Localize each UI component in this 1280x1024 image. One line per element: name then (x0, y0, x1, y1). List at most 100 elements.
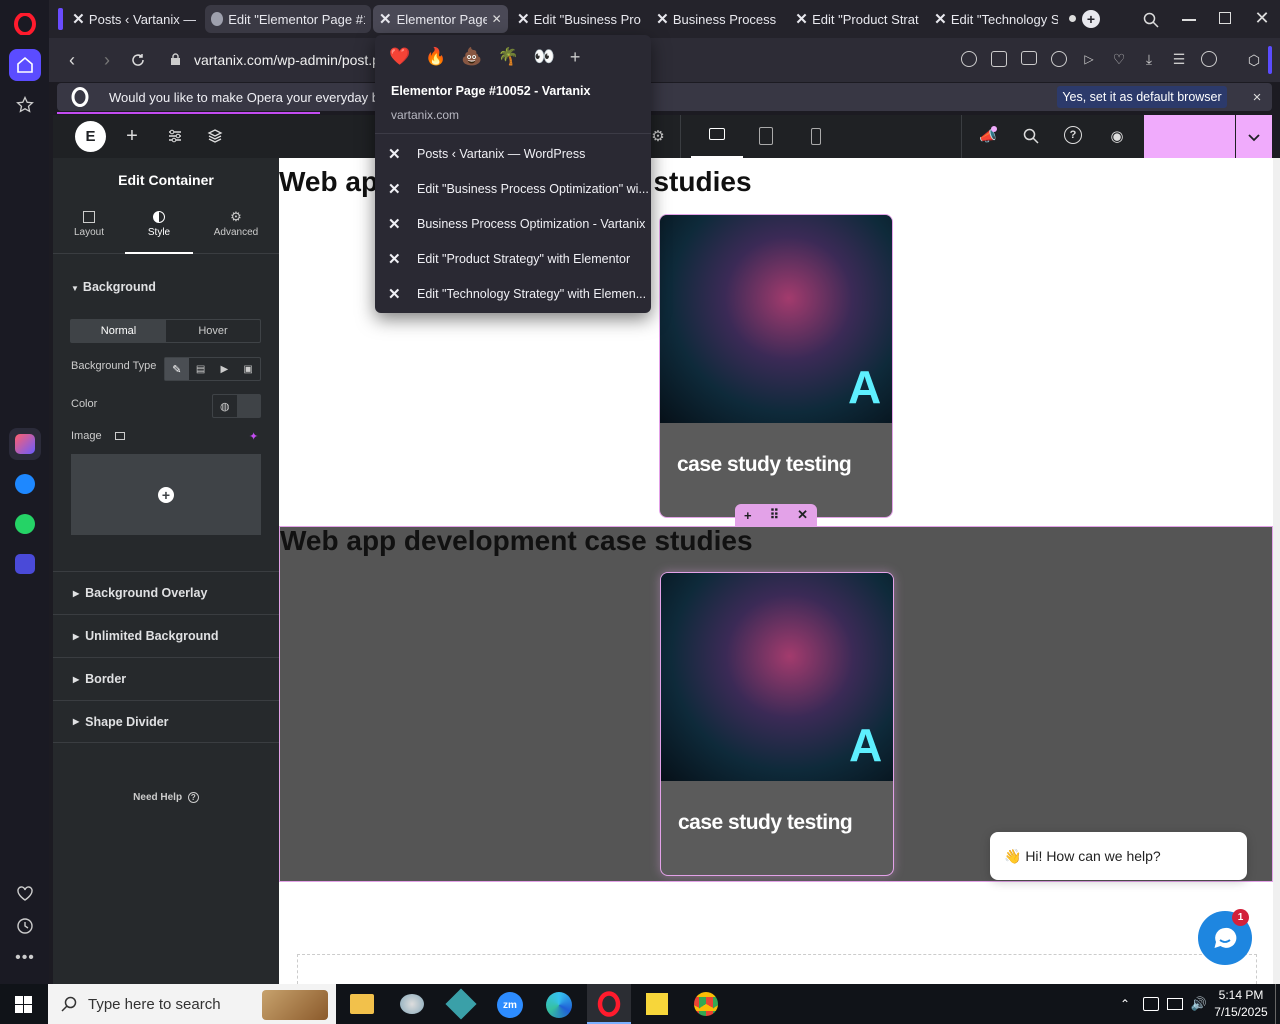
volume-icon[interactable]: 🔊 (1190, 995, 1208, 1013)
network-icon[interactable] (1167, 998, 1183, 1010)
poop-emoji-icon[interactable]: 💩 (461, 47, 482, 67)
add-image-icon[interactable]: + (158, 487, 174, 503)
new-tab-plus-icon[interactable]: + (1082, 10, 1100, 28)
delete-container-icon[interactable]: ✕ (797, 507, 808, 523)
reload-icon[interactable] (129, 51, 147, 69)
publish-options-button[interactable] (1236, 115, 1272, 158)
empty-drop-zone[interactable] (297, 954, 1257, 984)
app-icon[interactable] (400, 994, 424, 1014)
extensions-cube-icon[interactable]: ⬡ (1245, 51, 1263, 69)
window-close-icon[interactable]: ✕ (1252, 8, 1272, 28)
tab-edit-elementor-page[interactable]: Edit "Elementor Page #100 (205, 5, 371, 33)
zoom-icon[interactable]: zm (497, 992, 523, 1018)
tab-posts[interactable]: ✕ Posts ‹ Vartanix — W (67, 5, 202, 33)
finder-search-icon[interactable] (1021, 126, 1041, 146)
messenger-icon[interactable] (9, 468, 41, 500)
mobile-icon[interactable] (811, 128, 821, 145)
adblock-icon[interactable] (1051, 51, 1067, 67)
tab-edit-business-process[interactable]: ✕ Edit "Business Proces (512, 5, 647, 33)
global-colors-icon[interactable]: ◍ (213, 395, 237, 417)
tray-app-icon[interactable] (1143, 997, 1159, 1011)
section-shape-divider[interactable]: ▶ Shape Divider (53, 700, 279, 743)
structure-layers-icon[interactable] (205, 126, 225, 146)
opera-logo-icon[interactable] (9, 8, 41, 40)
tab-advanced[interactable]: ⚙ Advanced (208, 201, 264, 254)
taskbar-search-box[interactable]: Type here to search (48, 984, 336, 1024)
publish-button[interactable] (1144, 115, 1235, 158)
edge-icon[interactable] (546, 992, 572, 1018)
palm-tree-emoji-icon[interactable]: 🌴 (498, 47, 519, 67)
heart-icon[interactable] (9, 878, 41, 910)
background-section-toggle[interactable]: ▼ Background (71, 280, 271, 294)
slideshow-icon[interactable]: ▣ (236, 358, 260, 380)
menu-item-edit-business[interactable]: ✕ Edit "Business Process Optimization" wi… (375, 171, 651, 206)
hover-state-button[interactable]: Hover (166, 320, 260, 342)
tablet-icon[interactable] (759, 127, 773, 145)
tab-style[interactable]: Style (125, 201, 193, 254)
url-field[interactable]: vartanix.com/wp-admin/post.ph (194, 52, 379, 68)
chat-greeting-bubble[interactable]: 👋 Hi! How can we help? (990, 832, 1247, 880)
set-default-browser-button[interactable]: Yes, set it as default browser (1057, 86, 1227, 108)
clock-time[interactable]: 5:14 PM (1212, 988, 1270, 1002)
video-icon[interactable]: ▶ (213, 358, 237, 380)
image-picker[interactable]: + (71, 454, 261, 535)
music-player-icon[interactable] (9, 548, 41, 580)
fire-emoji-icon[interactable]: 🔥 (425, 47, 446, 67)
ai-sparkle-icon[interactable]: ✦ (249, 430, 258, 443)
canvas-scrollbar[interactable] (1273, 158, 1280, 984)
section-heading[interactable]: Web app development case studies (280, 525, 1274, 557)
preview-eye-icon[interactable]: ◉ (1106, 126, 1128, 146)
normal-state-button[interactable]: Normal (71, 320, 166, 342)
heart-emoji-icon[interactable]: ❤️ (389, 47, 410, 67)
sticky-notes-icon[interactable] (646, 993, 668, 1015)
tray-chevron-up-icon[interactable]: ⌃ (1117, 996, 1133, 1012)
aria-icon[interactable] (9, 428, 41, 460)
classic-brush-icon[interactable]: ✎ (165, 358, 189, 380)
section-unlimited-background[interactable]: ▶ Unlimited Background (53, 614, 279, 657)
menu-item-business[interactable]: ✕ Business Process Optimization - Vartani… (375, 206, 651, 241)
menu-item-technology-strategy[interactable]: ✕ Edit "Technology Strategy" with Elemen.… (375, 276, 651, 311)
app-diamond-icon[interactable] (445, 988, 477, 1020)
tab-edit-technology-strategy[interactable]: ✕ Edit "Technology Stra (929, 5, 1064, 33)
heart-outline-icon[interactable]: ♡ (1111, 51, 1127, 67)
case-study-card[interactable]: A case study testing (659, 214, 893, 518)
color-swatch[interactable] (236, 395, 260, 417)
tab-business-process[interactable]: ✕ Business Process Op (651, 5, 786, 33)
clock-date[interactable]: 7/15/2025 (1212, 1005, 1270, 1019)
page-settings-gear-icon[interactable]: ⚙ (648, 126, 668, 146)
star-icon[interactable] (9, 89, 41, 121)
easy-setup-icon[interactable]: ☰ (1171, 51, 1187, 67)
whatsapp-icon[interactable] (9, 508, 41, 540)
chrome-icon[interactable] (694, 992, 718, 1016)
tab-layout[interactable]: Layout (63, 201, 115, 254)
camera-icon[interactable] (1021, 51, 1037, 65)
play-icon[interactable]: ▷ (1081, 51, 1097, 67)
desktop-view-tab[interactable] (691, 115, 743, 158)
site-settings-icon[interactable] (165, 126, 185, 146)
more-icon[interactable]: ••• (9, 942, 41, 974)
drag-handle-icon[interactable]: ⠿ (770, 507, 780, 523)
infobar-close-icon[interactable]: × (1247, 87, 1267, 107)
add-element-icon[interactable]: + (122, 125, 142, 147)
back-icon[interactable]: ‹ (63, 50, 81, 70)
profile-icon[interactable] (1201, 51, 1217, 67)
menu-item-posts[interactable]: ✕ Posts ‹ Vartanix — WordPress (375, 136, 651, 171)
responsive-desktop-icon[interactable] (115, 432, 125, 440)
tab-search-icon[interactable] (1141, 10, 1161, 30)
eyes-emoji-icon[interactable]: 👀 (534, 47, 555, 67)
history-icon[interactable] (9, 910, 41, 942)
lens-icon[interactable] (961, 51, 977, 67)
show-desktop-button[interactable] (1275, 984, 1280, 1024)
add-emoji-icon[interactable]: + (570, 47, 581, 67)
elementor-logo-icon[interactable]: E (75, 121, 106, 152)
windows-start-icon[interactable] (15, 996, 32, 1013)
add-container-icon[interactable]: + (744, 508, 752, 523)
tab-close-icon[interactable]: ✕ (492, 12, 502, 26)
menu-item-product-strategy[interactable]: ✕ Edit "Product Strategy" with Elementor (375, 241, 651, 276)
download-icon[interactable]: ⤓ (1141, 51, 1157, 67)
chat-launcher-button[interactable]: 1 (1198, 909, 1252, 965)
opera-taskbar-button[interactable] (587, 984, 631, 1024)
selected-container[interactable]: Web app development case studies A case … (279, 525, 1274, 882)
section-border[interactable]: ▶ Border (53, 657, 279, 700)
tab-elementor-page-active[interactable]: ✕ Elementor Page # ✕ (373, 5, 508, 33)
